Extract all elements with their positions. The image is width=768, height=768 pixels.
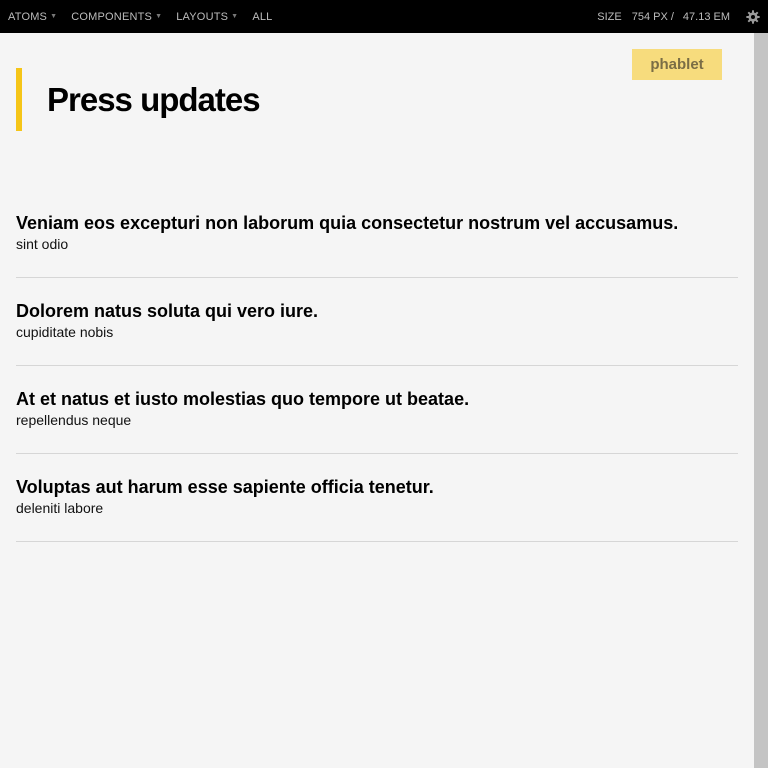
gear-icon[interactable] [746, 9, 760, 24]
caret-down-icon: ▼ [155, 13, 163, 20]
viewport-size-badge: phablet [632, 49, 722, 80]
nav-item-components[interactable]: COMPONENTS ▼ [71, 11, 162, 23]
page-header: Press updates [16, 68, 261, 131]
nav-item-label: ATOMS [8, 10, 48, 23]
list-item[interactable]: Dolorem natus soluta qui vero iure. cupi… [16, 278, 738, 366]
nav-item-label: COMPONENTS [71, 10, 153, 23]
size-display: SIZE 754 PX / 47.13 EM [597, 9, 768, 24]
size-px-value[interactable]: 754 PX / [632, 11, 674, 23]
list-item[interactable]: At et natus et iusto molestias quo tempo… [16, 366, 738, 454]
top-toolbar: ATOMS ▼ COMPONENTS ▼ LAYOUTS ▼ ALL SIZE … [0, 0, 768, 33]
nav-menu: ATOMS ▼ COMPONENTS ▼ LAYOUTS ▼ ALL [0, 11, 287, 23]
item-subtitle: cupiditate nobis [16, 324, 114, 340]
item-title[interactable]: Dolorem natus soluta qui vero iure. [16, 300, 738, 322]
size-em-value[interactable]: 47.13 EM [683, 11, 730, 23]
caret-down-icon: ▼ [50, 13, 58, 20]
nav-item-layouts[interactable]: LAYOUTS ▼ [176, 11, 238, 23]
list-item[interactable]: Veniam eos excepturi non laborum quia co… [16, 190, 738, 278]
item-title[interactable]: Veniam eos excepturi non laborum quia co… [16, 212, 738, 234]
pattern-viewport: phablet Press updates Veniam eos exceptu… [0, 33, 754, 768]
press-list: Veniam eos excepturi non laborum quia co… [16, 190, 738, 542]
scrollbar[interactable] [754, 33, 768, 768]
caret-down-icon: ▼ [231, 13, 239, 20]
item-subtitle: sint odio [16, 236, 69, 252]
item-subtitle: deleniti labore [16, 500, 104, 516]
size-label: SIZE [597, 10, 622, 23]
page-title: Press updates [47, 80, 261, 118]
nav-item-label: ALL [252, 10, 273, 23]
list-item[interactable]: Voluptas aut harum esse sapiente officia… [16, 454, 738, 542]
item-subtitle: repellendus neque [16, 412, 132, 428]
item-title[interactable]: Voluptas aut harum esse sapiente officia… [16, 476, 738, 498]
nav-item-label: LAYOUTS [176, 10, 229, 23]
nav-item-atoms[interactable]: ATOMS ▼ [8, 11, 57, 23]
nav-item-all[interactable]: ALL [252, 11, 272, 23]
item-title[interactable]: At et natus et iusto molestias quo tempo… [16, 388, 738, 410]
